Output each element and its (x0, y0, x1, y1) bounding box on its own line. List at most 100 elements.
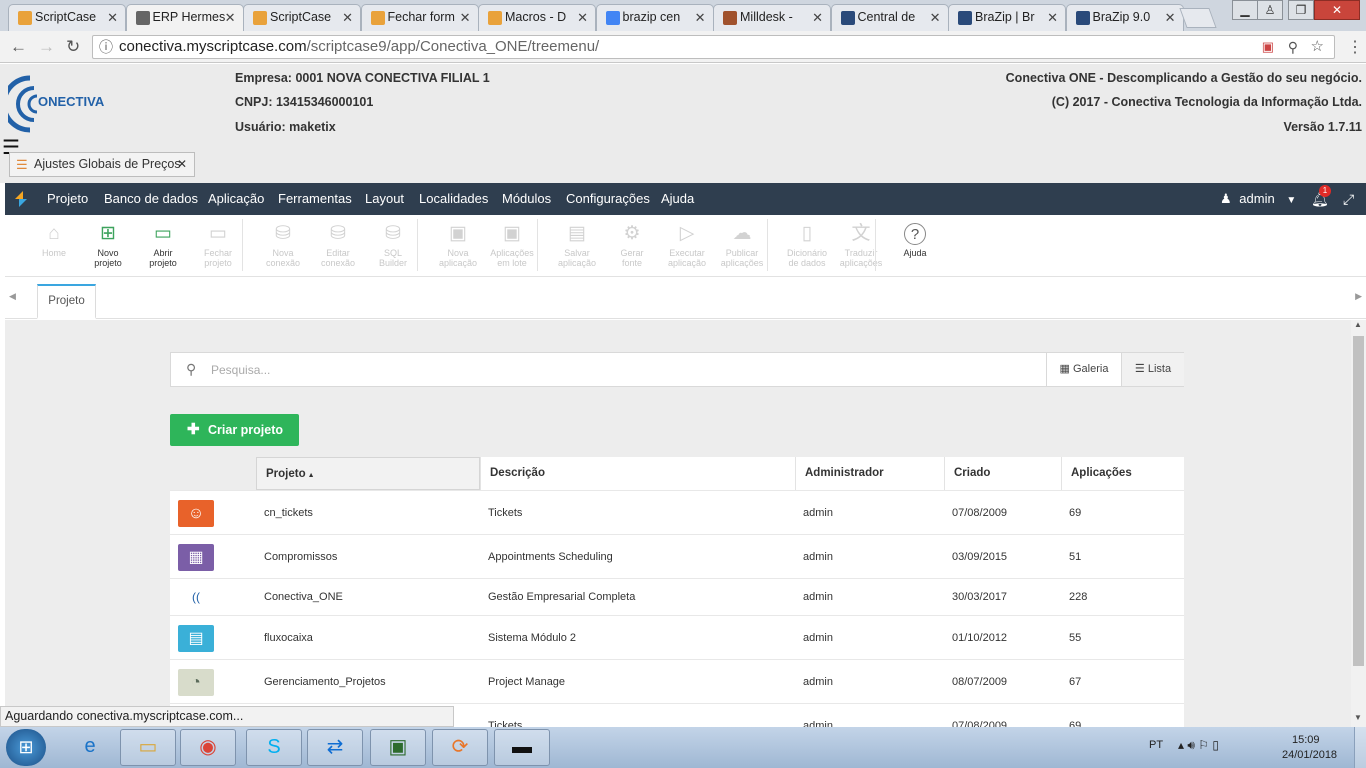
back-icon[interactable]: ← (10, 37, 27, 57)
toolbar-save-button[interactable]: ▤ Salvar aplicação (548, 223, 606, 268)
scroll-left-icon[interactable]: ◀ (9, 291, 16, 302)
language-indicator[interactable]: PT (1149, 739, 1163, 751)
sync-app-icon[interactable]: ⟳ (432, 729, 488, 766)
close-tab-icon[interactable]: ✕ (107, 10, 118, 26)
browser-tab[interactable]: BraZip | Br ✕ (948, 4, 1066, 31)
bookmark-star-icon[interactable]: ☆ (1311, 36, 1324, 58)
close-tab-icon[interactable]: ✕ (930, 10, 941, 26)
column-header[interactable]: Descrição (480, 457, 795, 490)
browser-tab[interactable]: ScriptCase ✕ (243, 4, 361, 31)
search-input[interactable]: Pesquisa... (211, 363, 270, 377)
browser-tab[interactable]: ERP Hermes ✕ (125, 4, 244, 32)
browser-tab[interactable]: Macros - D ✕ (478, 4, 596, 31)
menu-item[interactable]: Aplicação (208, 191, 264, 206)
menu-item[interactable]: Módulos (502, 191, 551, 206)
fullscreen-icon[interactable]: ⤢ (1343, 191, 1354, 208)
close-tab-icon[interactable]: ✕ (460, 10, 471, 26)
list-view-button[interactable]: ☰ Lista (1121, 353, 1184, 386)
toolbar-close-folder-button[interactable]: ▭ Fechar projeto (189, 223, 247, 268)
browser-menu-icon[interactable]: ⋮ (1347, 37, 1363, 57)
column-header[interactable]: Aplicações (1061, 457, 1184, 490)
scrollbar-thumb[interactable] (1353, 336, 1364, 666)
toolbar-sql-builder-button[interactable]: ⛁ SQL Builder (364, 223, 422, 268)
tab-ajustes-globais[interactable]: ☰ Ajustes Globais de Preços ✕ (9, 152, 195, 177)
chrome-icon[interactable]: ◉ (180, 729, 236, 766)
close-tab-icon[interactable]: ✕ (1047, 10, 1058, 26)
vertical-scrollbar[interactable]: ▲ ▼ (1351, 320, 1366, 727)
menu-item[interactable]: Layout (365, 191, 404, 206)
toolbar-new-project-button[interactable]: ⊞ Novo projeto (79, 223, 137, 268)
table-row[interactable]: ▦ Compromissos Appointments Scheduling admi… (170, 534, 1184, 578)
menu-item[interactable]: Configurações (566, 191, 650, 206)
table-row[interactable]: ((Conectiva_ONE Gestão Empresarial Comple… (170, 578, 1184, 615)
column-header[interactable]: Criado (944, 457, 1061, 490)
new-tab-button[interactable] (1179, 8, 1217, 28)
toolbar-data-dictionary-button[interactable]: ▯ Dicionário de dados (778, 223, 836, 268)
toolbar-new-connection-button[interactable]: ⛁ Nova conexão (254, 223, 312, 268)
browser-tab[interactable]: BraZip 9.0 ✕ (1065, 4, 1184, 31)
toolbar-new-app-button[interactable]: ▣ Nova aplicação (429, 223, 487, 268)
browser-tab[interactable]: ScriptCase ✕ (8, 4, 126, 31)
menu-item[interactable]: Ferramentas (278, 191, 352, 206)
minimize-icon[interactable]: ▁ (1232, 0, 1258, 20)
blocked-popup-icon[interactable]: ▣ (1262, 36, 1274, 58)
column-header[interactable]: Administrador (795, 457, 944, 490)
close-tab-icon[interactable]: ✕ (695, 10, 706, 26)
command-prompt-icon[interactable]: ▬ (494, 729, 550, 766)
browser-tab[interactable]: Central de ✕ (830, 4, 949, 31)
info-icon[interactable]: ⓘ (99, 36, 113, 58)
gallery-view-button[interactable]: ▦ Galeria (1046, 353, 1121, 386)
toolbar-home-button[interactable]: ⌂ Home (25, 223, 83, 258)
internet-explorer-icon[interactable]: e (62, 729, 118, 766)
toolbar-publish-button[interactable]: ☁ Publicar aplicações (713, 223, 771, 268)
menu-item[interactable]: Ajuda (661, 191, 694, 206)
close-tab-icon[interactable]: ✕ (577, 10, 588, 26)
restore-icon[interactable]: ❐ (1288, 0, 1314, 20)
reload-icon[interactable]: ↻ (66, 37, 80, 57)
toolbar-translate-button[interactable]: 文 Traduzir aplicações (832, 223, 890, 268)
toolbar-open-folder-button[interactable]: ▭ Abrir projeto (134, 223, 192, 268)
close-tab-icon[interactable]: ✕ (342, 10, 353, 26)
user-menu[interactable]: ♟ admin ▼ (1220, 191, 1296, 207)
toolbar-run-button[interactable]: ▷ Executar aplicação (658, 223, 716, 268)
scriptcase-logo-icon[interactable] (11, 189, 31, 209)
clock-time[interactable]: 15:09 (1292, 734, 1320, 746)
close-tab-icon[interactable]: ✕ (225, 10, 236, 26)
toolbar-batch-apps-button[interactable]: ▣ Aplicações em lote (483, 223, 541, 268)
scroll-down-icon[interactable]: ▼ (1354, 713, 1362, 722)
monitor-app-icon[interactable]: ▣ (370, 729, 426, 766)
tray-icons[interactable]: ▴ 🔊︎ ⚐ ▯ (1178, 738, 1219, 753)
teamviewer-icon[interactable]: ⇄ (307, 729, 363, 766)
clock-date[interactable]: 24/01/2018 (1282, 749, 1337, 761)
table-row[interactable]: ▤ fluxocaixa Sistema Módulo 2 admin 01/10/20… (170, 615, 1184, 659)
column-header[interactable]: Projeto ▲ (256, 457, 480, 490)
table-row[interactable]: ☺ cn_tickets Tickets admin 07/08/2009 69 (170, 490, 1184, 534)
menu-item[interactable]: Projeto (47, 191, 88, 206)
tab-projeto[interactable]: Projeto (37, 284, 96, 319)
start-button-icon[interactable]: ⊞ (6, 729, 46, 766)
browser-tab[interactable]: Milldesk - ✕ (713, 4, 831, 31)
menu-item[interactable]: Banco de dados (104, 191, 198, 206)
close-tab-icon[interactable]: ✕ (177, 153, 187, 176)
menu-item[interactable]: Localidades (419, 191, 488, 206)
toolbar-generate-source-button[interactable]: ⚙ Gerar fonte (603, 223, 661, 268)
forward-icon[interactable]: → (38, 37, 55, 57)
show-desktop-button[interactable] (1354, 727, 1366, 768)
url-input[interactable]: ⓘ conectiva.myscriptcase.com/scriptcase9… (92, 35, 1335, 59)
user-icon[interactable]: ♙ (1257, 0, 1283, 20)
toolbar-help-button[interactable]: ? Ajuda (886, 223, 944, 258)
skype-icon[interactable]: S (246, 729, 302, 766)
file-explorer-icon[interactable]: ▭ (120, 729, 176, 766)
close-tab-icon[interactable]: ✕ (1165, 10, 1176, 26)
browser-tab[interactable]: Fechar form ✕ (360, 4, 479, 31)
scroll-up-icon[interactable]: ▲ (1354, 320, 1362, 329)
close-tab-icon[interactable]: ✕ (812, 10, 823, 26)
browser-tab[interactable]: brazip cen ✕ (595, 4, 714, 31)
create-project-button[interactable]: ✚ Criar projeto (170, 414, 299, 446)
scroll-right-icon[interactable]: ▶ (1355, 291, 1362, 302)
close-window-icon[interactable]: ✕ (1314, 0, 1360, 20)
toolbar-edit-connection-button[interactable]: ⛁ Editar conexão (309, 223, 367, 268)
table-row[interactable]: ◔ Gerenciamento_Projetos Project Manage adm… (170, 659, 1184, 703)
notifications-bell-icon[interactable]: 🔔︎ 1 (1311, 185, 1331, 208)
zoom-icon[interactable]: ⚲ (1288, 36, 1298, 58)
